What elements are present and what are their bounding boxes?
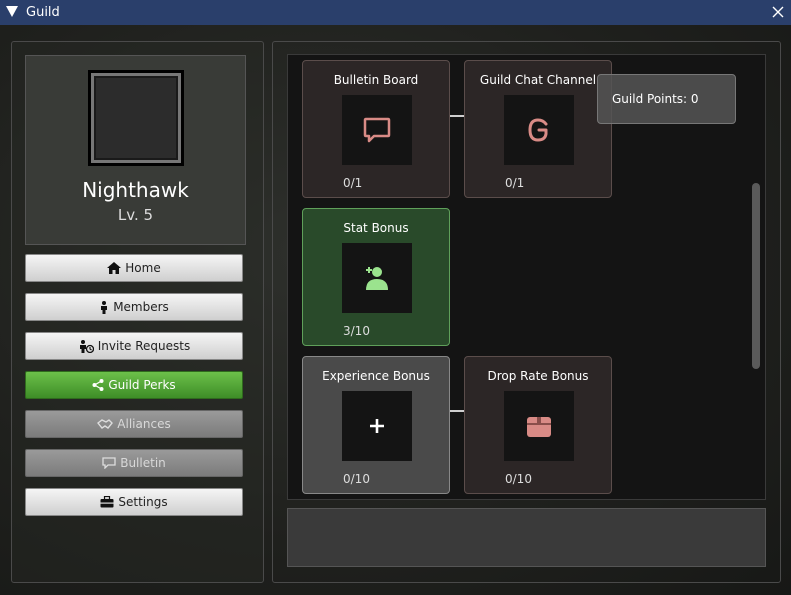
profile-card: Nighthawk Lv. 5	[25, 55, 246, 245]
close-button[interactable]	[769, 3, 787, 21]
perk-drop-rate-bonus[interactable]: Drop Rate Bonus 0/10	[464, 356, 612, 494]
guild-name: Nighthawk	[82, 178, 189, 202]
perk-title: Guild Chat Channel	[479, 73, 597, 87]
plus-icon	[370, 419, 384, 433]
collapse-triangle-icon[interactable]	[6, 6, 18, 17]
perk-bulletin-board[interactable]: Bulletin Board 0/1	[302, 60, 450, 198]
nav-guild-perks-button[interactable]: Guild Perks	[25, 371, 243, 399]
nav-alliances-button[interactable]: Alliances	[25, 410, 243, 438]
nav-label: Settings	[118, 495, 168, 509]
perk-connector	[450, 115, 465, 117]
nav-label: Invite Requests	[97, 339, 191, 353]
guild-points-label: Guild Points: 0	[612, 92, 699, 106]
letter-g-icon	[528, 118, 548, 142]
nav-label: Alliances	[117, 417, 171, 431]
toolbox-icon	[100, 496, 114, 508]
avatar	[88, 70, 184, 166]
perk-experience-bonus[interactable]: Experience Bonus 0/10	[302, 356, 450, 494]
nav-settings-button[interactable]: Settings	[25, 488, 243, 516]
perk-icon-box	[504, 391, 574, 461]
home-icon	[107, 262, 122, 274]
chat-icon	[102, 457, 116, 469]
perk-description-box	[287, 508, 766, 567]
nav-bulletin-button[interactable]: Bulletin	[25, 449, 243, 477]
perk-count: 0/10	[505, 472, 532, 486]
nav-home-button[interactable]: Home	[25, 254, 243, 282]
nav-label: Members	[113, 300, 169, 314]
perk-stat-bonus[interactable]: Stat Bonus 3/10	[302, 208, 450, 346]
perk-count: 0/10	[343, 472, 370, 486]
nav-invite-requests-button[interactable]: Invite Requests	[25, 332, 243, 360]
perk-connector	[450, 410, 465, 412]
perk-guild-chat-channel[interactable]: Guild Chat Channel 0/1	[464, 60, 612, 198]
person-bonus-icon	[366, 267, 388, 290]
perk-count: 0/1	[505, 176, 525, 190]
close-icon	[772, 6, 784, 18]
nav-members-button[interactable]: Members	[25, 293, 243, 321]
handshake-icon	[97, 419, 114, 429]
nav-label: Bulletin	[120, 456, 166, 470]
perk-count: 3/10	[343, 324, 370, 338]
perk-title: Stat Bonus	[343, 221, 409, 235]
chat-bubble-icon	[363, 117, 391, 143]
perk-icon-box	[342, 243, 412, 313]
perk-icon-box	[342, 391, 412, 461]
share-icon	[92, 379, 104, 391]
person-icon	[101, 300, 108, 314]
nav-label: Guild Perks	[108, 378, 176, 392]
perk-title: Bulletin Board	[333, 73, 419, 87]
guild-points-display: Guild Points: 0	[597, 74, 736, 124]
perk-icon-box	[342, 95, 412, 165]
box-icon	[527, 417, 551, 437]
scrollbar-thumb[interactable]	[752, 183, 760, 369]
nav-label: Home	[125, 261, 161, 275]
perk-count: 0/1	[343, 176, 363, 190]
guild-level: Lv. 5	[117, 206, 154, 224]
perk-icon-box	[504, 95, 574, 165]
invite-icon	[79, 339, 94, 353]
window-title: Guild	[26, 5, 60, 20]
perk-title: Experience Bonus	[322, 369, 430, 383]
title-bar: Guild	[0, 0, 791, 26]
perk-title: Drop Rate Bonus	[487, 369, 589, 383]
